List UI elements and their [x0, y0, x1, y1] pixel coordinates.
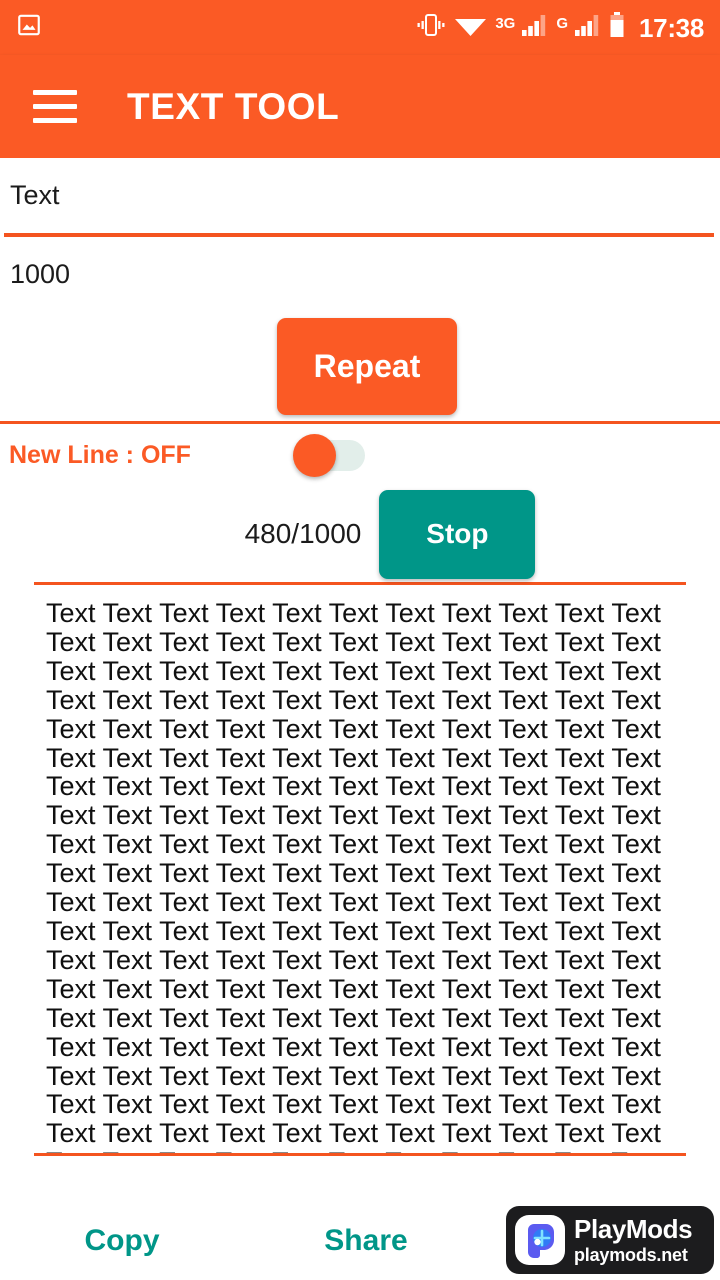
- copy-button[interactable]: Copy: [0, 1225, 244, 1257]
- status-bar-left: [16, 12, 42, 43]
- battery-icon: [609, 12, 625, 43]
- signal-g-icon: [574, 13, 600, 42]
- app-screen: 3G G 17:38 TEXT TOOL Text 1000 Repeat Ne…: [0, 0, 720, 1280]
- status-bar: 3G G 17:38: [0, 0, 720, 55]
- image-icon: [16, 12, 42, 43]
- share-button[interactable]: Share: [244, 1225, 488, 1257]
- watermark-text: PlayMods playmods.net: [574, 1214, 693, 1265]
- page-title: TEXT TOOL: [127, 86, 340, 127]
- progress-row: 480/1000 Stop: [0, 486, 720, 582]
- wifi-icon: [455, 13, 487, 42]
- status-bar-clock: 17:38: [639, 12, 704, 43]
- new-line-option-row: New Line : OFF: [0, 424, 720, 486]
- network-3g-label: 3G: [495, 15, 516, 32]
- signal-3g-icon: [521, 13, 547, 42]
- hamburger-bar-3: [33, 118, 77, 123]
- count-input[interactable]: 1000: [0, 237, 720, 311]
- output-text: Text Text Text Text Text Text Text Text …: [46, 598, 661, 1153]
- progress-counter: 480/1000: [244, 518, 362, 549]
- status-bar-right: 3G G 17:38: [416, 12, 704, 43]
- hamburger-menu-icon[interactable]: [33, 90, 77, 123]
- vibrate-icon: [416, 12, 446, 43]
- count-input-value: 1000: [10, 258, 71, 289]
- repeat-button-row: Repeat: [0, 311, 720, 421]
- hamburger-bar-1: [33, 90, 77, 95]
- repeat-button[interactable]: Repeat: [277, 317, 457, 415]
- network-g-label: G: [556, 15, 568, 32]
- text-input-value: Text: [10, 180, 60, 210]
- hamburger-bar-2: [33, 104, 77, 109]
- toggle-thumb: [292, 433, 336, 477]
- text-input[interactable]: Text: [0, 158, 720, 233]
- stop-button[interactable]: Stop: [379, 489, 536, 579]
- output-area[interactable]: Text Text Text Text Text Text Text Text …: [34, 585, 686, 1153]
- divider-below-output: [34, 1153, 686, 1156]
- playmods-logo-icon: [515, 1215, 565, 1265]
- app-bar: TEXT TOOL: [0, 55, 720, 158]
- watermark-subtitle: playmods.net: [574, 1245, 688, 1265]
- playmods-watermark: PlayMods playmods.net: [506, 1206, 714, 1274]
- new-line-toggle[interactable]: [292, 433, 365, 477]
- main-content: Text 1000 Repeat New Line : OFF 480/1000…: [0, 158, 720, 1280]
- new-line-label: New Line : OFF: [9, 440, 191, 469]
- watermark-title: PlayMods: [574, 1214, 693, 1244]
